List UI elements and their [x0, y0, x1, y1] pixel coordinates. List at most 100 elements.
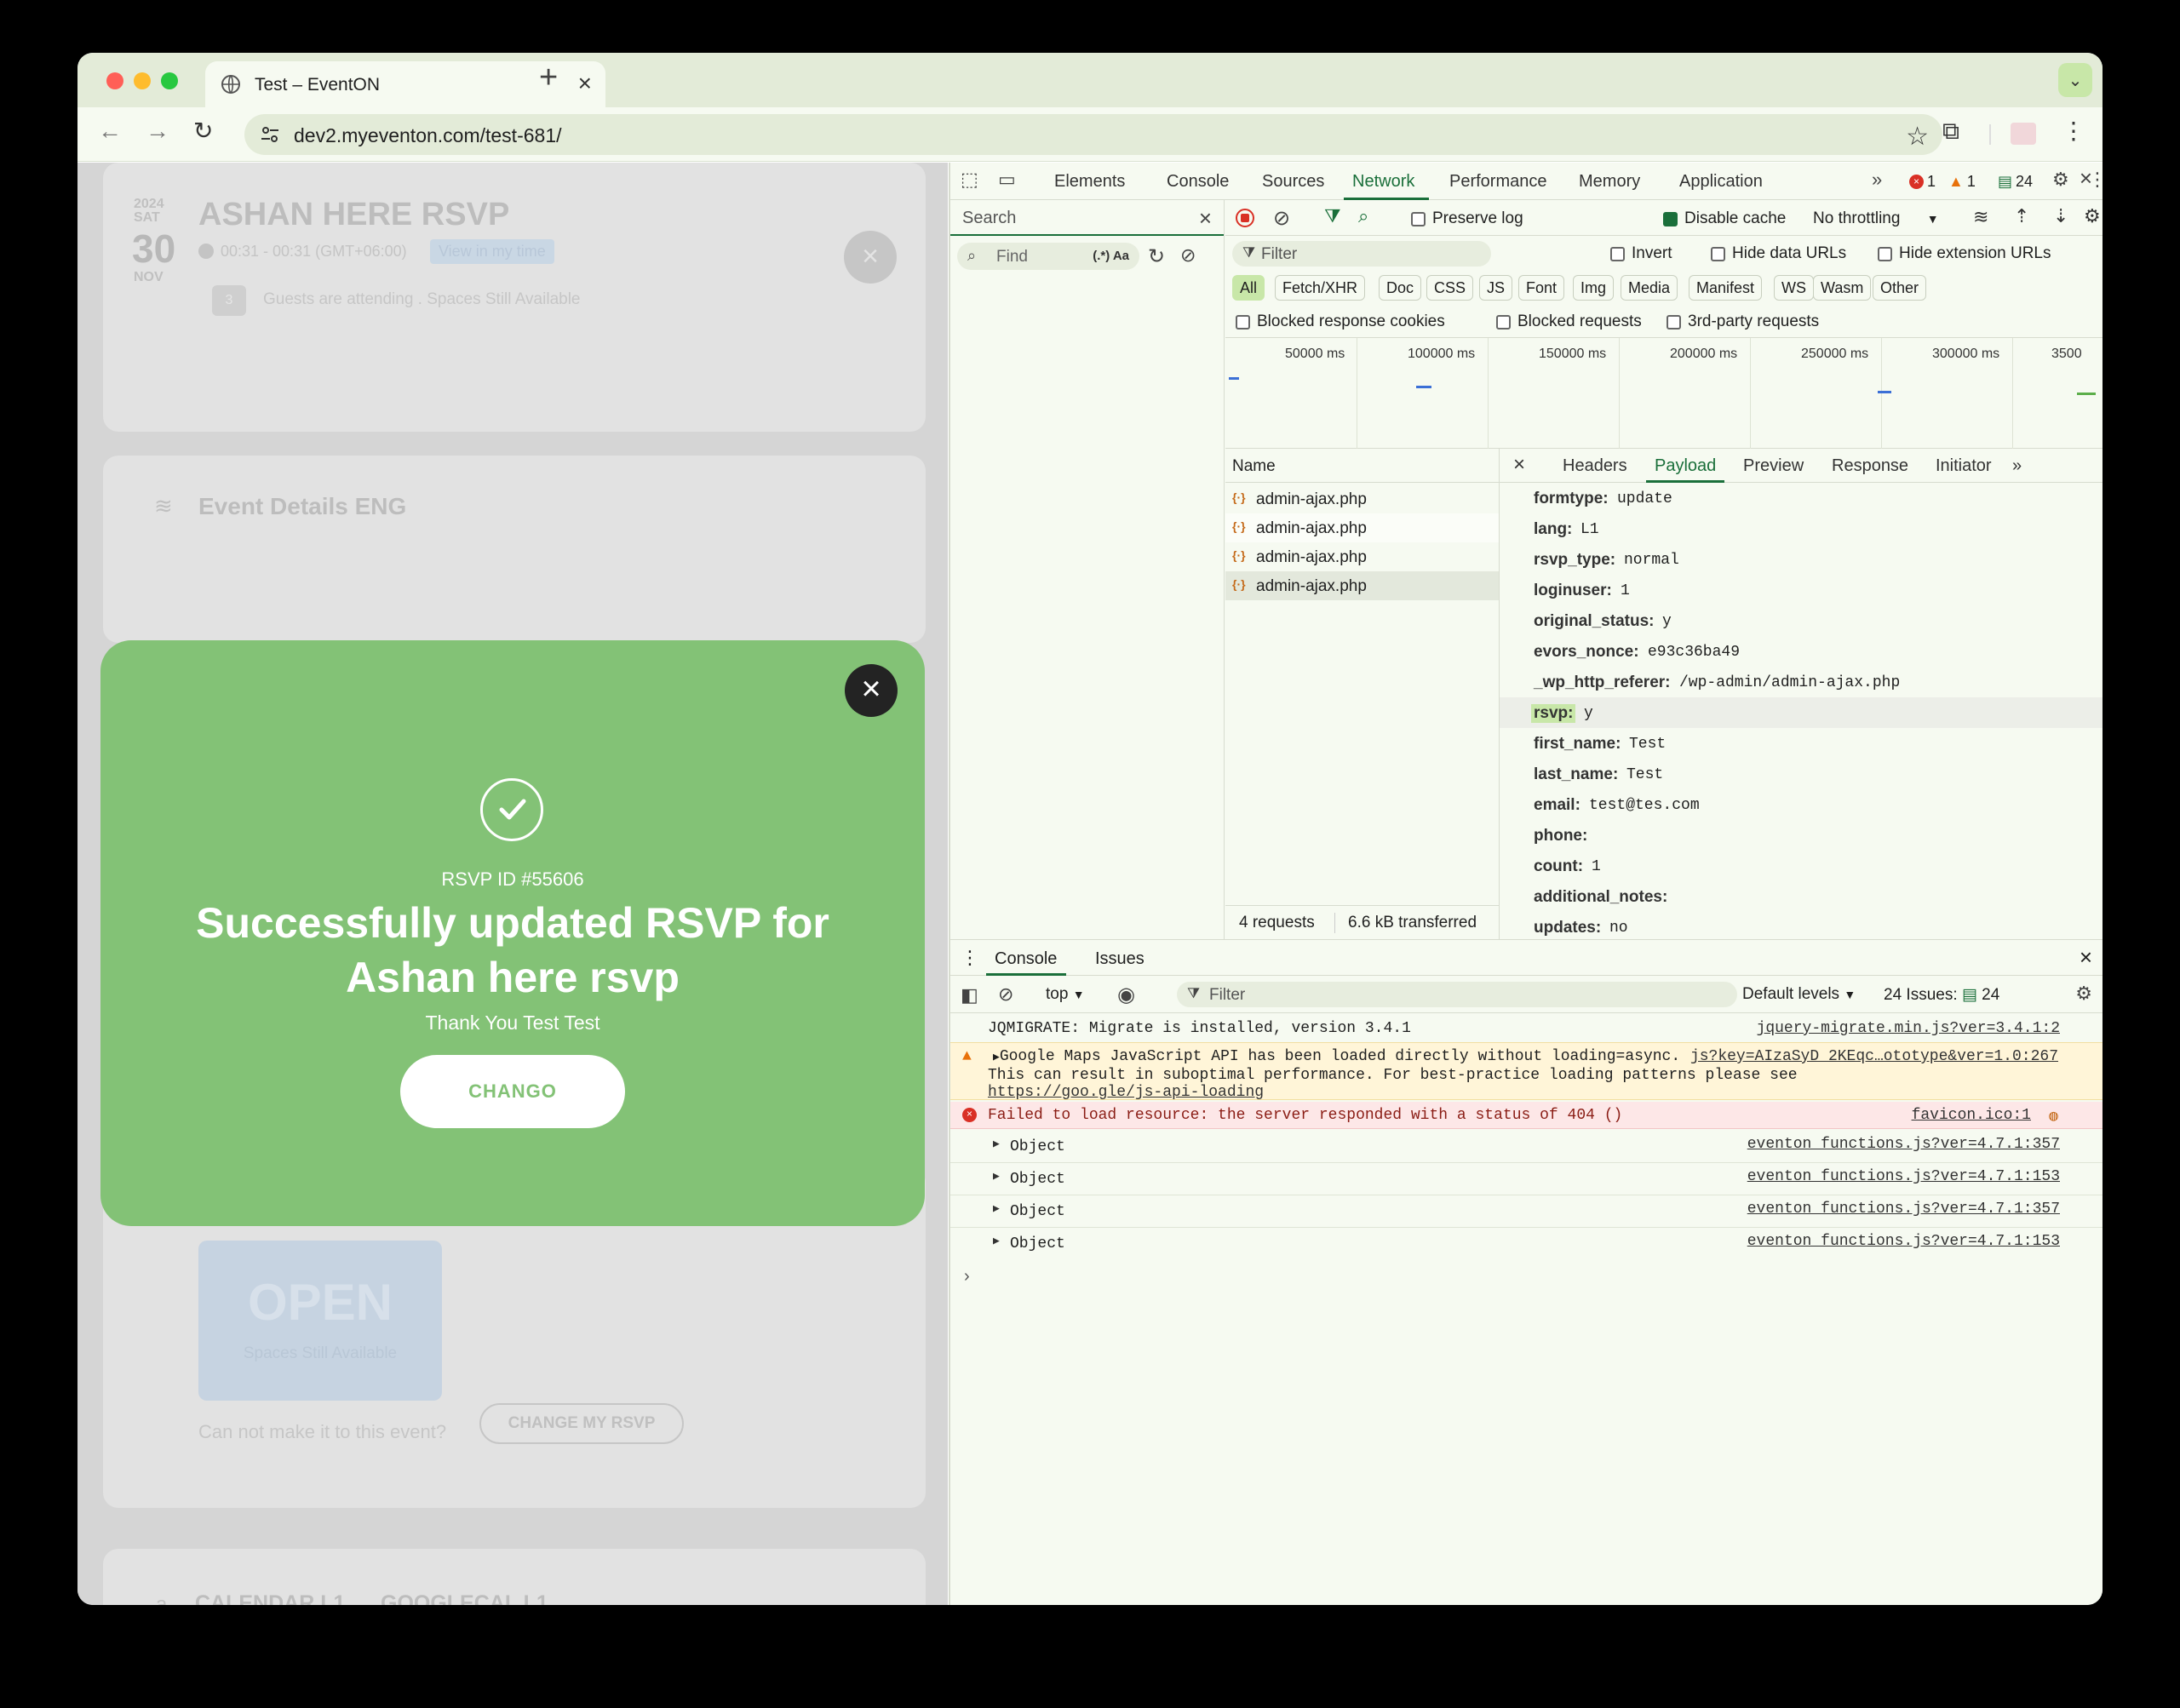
settings-gear-icon[interactable]: ⚙: [2052, 170, 2069, 189]
console-object-line[interactable]: ▶ Object eventon_functions.js?ver=4.7.1:…: [950, 1228, 2103, 1260]
eye-icon[interactable]: ◉: [1117, 983, 1135, 1007]
object-source-link[interactable]: eventon_functions.js?ver=4.7.1:153: [1747, 1168, 2060, 1185]
new-tab-button[interactable]: +: [539, 61, 558, 94]
close-tab-icon[interactable]: ×: [578, 70, 592, 97]
tab-response[interactable]: Response: [1832, 456, 1908, 476]
payload-row[interactable]: evors_nonce: e93c36ba49: [1500, 636, 2103, 667]
reload-button[interactable]: ↻: [193, 119, 213, 143]
close-drawer-icon[interactable]: ×: [2080, 944, 2092, 971]
search-network-icon[interactable]: ⌕: [1358, 205, 1368, 227]
more-detail-tabs-icon[interactable]: »: [2012, 456, 2022, 476]
close-devtools-icon[interactable]: ×: [2080, 167, 2092, 189]
payload-row[interactable]: rsvp_type: normal: [1500, 544, 2103, 575]
inspect-element-icon[interactable]: ⬚: [961, 170, 978, 189]
warning-doc-link[interactable]: https://goo.gle/js-api-loading: [988, 1084, 1264, 1101]
console-prompt-icon[interactable]: ›: [964, 1267, 970, 1287]
payload-row[interactable]: original_status: y: [1500, 605, 2103, 636]
blocked-requests-checkbox[interactable]: Blocked requests: [1496, 312, 1642, 331]
log-levels-select[interactable]: Default levels ▼: [1742, 985, 1856, 1004]
network-conditions-icon[interactable]: ≋: [1973, 206, 1988, 228]
type-filter-media[interactable]: Media: [1621, 275, 1678, 301]
hide-extension-urls-checkbox[interactable]: Hide extension URLs: [1878, 244, 2051, 263]
error-badge[interactable]: × 1: [1909, 173, 1936, 191]
filter-funnel-icon[interactable]: ⧩: [1324, 205, 1341, 227]
address-bar[interactable]: dev2.myeventon.com/test-681/ ☆: [244, 114, 1942, 155]
tab-performance[interactable]: Performance: [1449, 172, 1547, 192]
tab-payload[interactable]: Payload: [1655, 456, 1716, 476]
log-source-link[interactable]: jquery-migrate.min.js?ver=3.4.1:2: [1757, 1020, 2060, 1037]
network-timeline[interactable]: 50000 ms 100000 ms 150000 ms 200000 ms 2…: [1225, 338, 2103, 449]
type-filter-js[interactable]: JS: [1479, 275, 1513, 301]
console-object-line[interactable]: ▶ Object eventon_functions.js?ver=4.7.1:…: [950, 1131, 2103, 1163]
type-filter-css[interactable]: CSS: [1426, 275, 1474, 301]
warning-source-link[interactable]: js?key=AIzaSyD_2KEqc…ototype&ver=1.0:267: [1690, 1048, 2058, 1065]
payload-row[interactable]: loginuser: 1: [1500, 575, 2103, 605]
disable-cache-checkbox[interactable]: Disable cache: [1663, 209, 1786, 228]
context-select[interactable]: top ▼: [1046, 985, 1085, 1004]
request-row[interactable]: {·} admin-ajax.php: [1225, 484, 1499, 513]
payload-row[interactable]: lang: L1: [1500, 513, 2103, 544]
console-object-line[interactable]: ▶ Object eventon_functions.js?ver=4.7.1:…: [950, 1195, 2103, 1228]
payload-row[interactable]: last_name: Test: [1500, 759, 2103, 789]
issues-badge[interactable]: ▤ 24: [1998, 173, 2033, 191]
extensions-icon[interactable]: ⧉: [1942, 119, 1959, 143]
close-detail-icon[interactable]: ×: [1513, 453, 1525, 477]
find-input[interactable]: ⌕ Find (.*) Aa: [957, 243, 1139, 270]
stop-recording-icon[interactable]: [1236, 209, 1254, 227]
site-settings-icon[interactable]: [260, 124, 280, 145]
warning-message[interactable]: ▶Google Maps JavaScript API has been loa…: [993, 1048, 1680, 1065]
type-filter-ws[interactable]: WS: [1774, 275, 1814, 301]
tab-initiator[interactable]: Initiator: [1936, 456, 1992, 476]
payload-row[interactable]: additional_notes:: [1500, 881, 2103, 912]
close-search-icon[interactable]: ×: [1199, 205, 1212, 232]
tab-network[interactable]: Network: [1352, 172, 1414, 192]
clear-log-icon[interactable]: ⊘: [1273, 206, 1290, 231]
forward-button[interactable]: →: [146, 119, 169, 143]
error-source-link[interactable]: favicon.ico:1: [1912, 1107, 2031, 1124]
clear-console-icon[interactable]: ⊘: [998, 983, 1013, 1006]
blocked-cookies-checkbox[interactable]: Blocked response cookies: [1236, 312, 1445, 331]
type-filter-wasm[interactable]: Wasm: [1813, 275, 1872, 301]
tab-headers[interactable]: Headers: [1563, 456, 1627, 476]
type-filter-font[interactable]: Font: [1518, 275, 1565, 301]
close-event-icon[interactable]: ×: [844, 231, 897, 284]
payload-row[interactable]: formtype: update: [1500, 483, 2103, 513]
third-party-checkbox[interactable]: 3rd-party requests: [1667, 312, 1819, 331]
network-filter-input[interactable]: ⧩ Filter: [1232, 241, 1491, 267]
tab-elements[interactable]: Elements: [1054, 172, 1125, 192]
sidebar-toggle-icon[interactable]: ◧: [961, 984, 978, 1006]
object-source-link[interactable]: eventon_functions.js?ver=4.7.1:153: [1747, 1233, 2060, 1250]
type-filter-all[interactable]: All: [1232, 275, 1265, 301]
preserve-log-checkbox[interactable]: Preserve log: [1411, 209, 1523, 228]
hide-data-urls-checkbox[interactable]: Hide data URLs: [1711, 244, 1846, 263]
more-tabs-icon[interactable]: »: [1872, 170, 1882, 189]
chango-button[interactable]: CHANGO: [400, 1055, 625, 1128]
type-filter-manifest[interactable]: Manifest: [1689, 275, 1763, 301]
tab-search-button[interactable]: ⌄: [2058, 63, 2092, 97]
drawer-tab-console[interactable]: Console: [995, 949, 1057, 969]
tab-memory[interactable]: Memory: [1579, 172, 1640, 192]
change-my-rsvp-button[interactable]: CHANGE MY RSVP: [479, 1403, 684, 1444]
object-source-link[interactable]: eventon_functions.js?ver=4.7.1:357: [1747, 1201, 2060, 1218]
issues-counter[interactable]: 24 Issues: ▤ 24: [1884, 985, 1999, 1005]
payload-row[interactable]: count: 1: [1500, 851, 2103, 881]
import-har-icon[interactable]: ⇡: [2014, 205, 2029, 227]
device-toolbar-icon[interactable]: ▭: [998, 170, 1016, 189]
back-button[interactable]: ←: [98, 119, 122, 143]
type-filter-fetch-xhr[interactable]: Fetch/XHR: [1275, 275, 1366, 301]
console-settings-icon[interactable]: ⚙: [2075, 983, 2092, 1005]
maximize-window-button[interactable]: [161, 72, 178, 89]
googlecal-l1-link[interactable]: GOOGLECAL L1: [381, 1591, 548, 1605]
tab-console[interactable]: Console: [1167, 172, 1229, 192]
regex-case-toggles[interactable]: (.*) Aa: [1093, 249, 1129, 263]
console-filter-input[interactable]: ⧩ Filter: [1177, 982, 1737, 1007]
payload-row[interactable]: first_name: Test: [1500, 728, 2103, 759]
close-window-button[interactable]: [106, 72, 123, 89]
payload-row[interactable]: rsvp: y: [1500, 697, 2103, 728]
network-settings-icon[interactable]: ⚙: [2084, 205, 2101, 227]
type-filter-doc[interactable]: Doc: [1379, 275, 1422, 301]
refresh-search-icon[interactable]: ↻: [1148, 244, 1165, 269]
drawer-tab-issues[interactable]: Issues: [1095, 949, 1144, 969]
request-row[interactable]: {·} admin-ajax.php: [1225, 542, 1499, 571]
modal-close-button[interactable]: ×: [845, 664, 898, 717]
